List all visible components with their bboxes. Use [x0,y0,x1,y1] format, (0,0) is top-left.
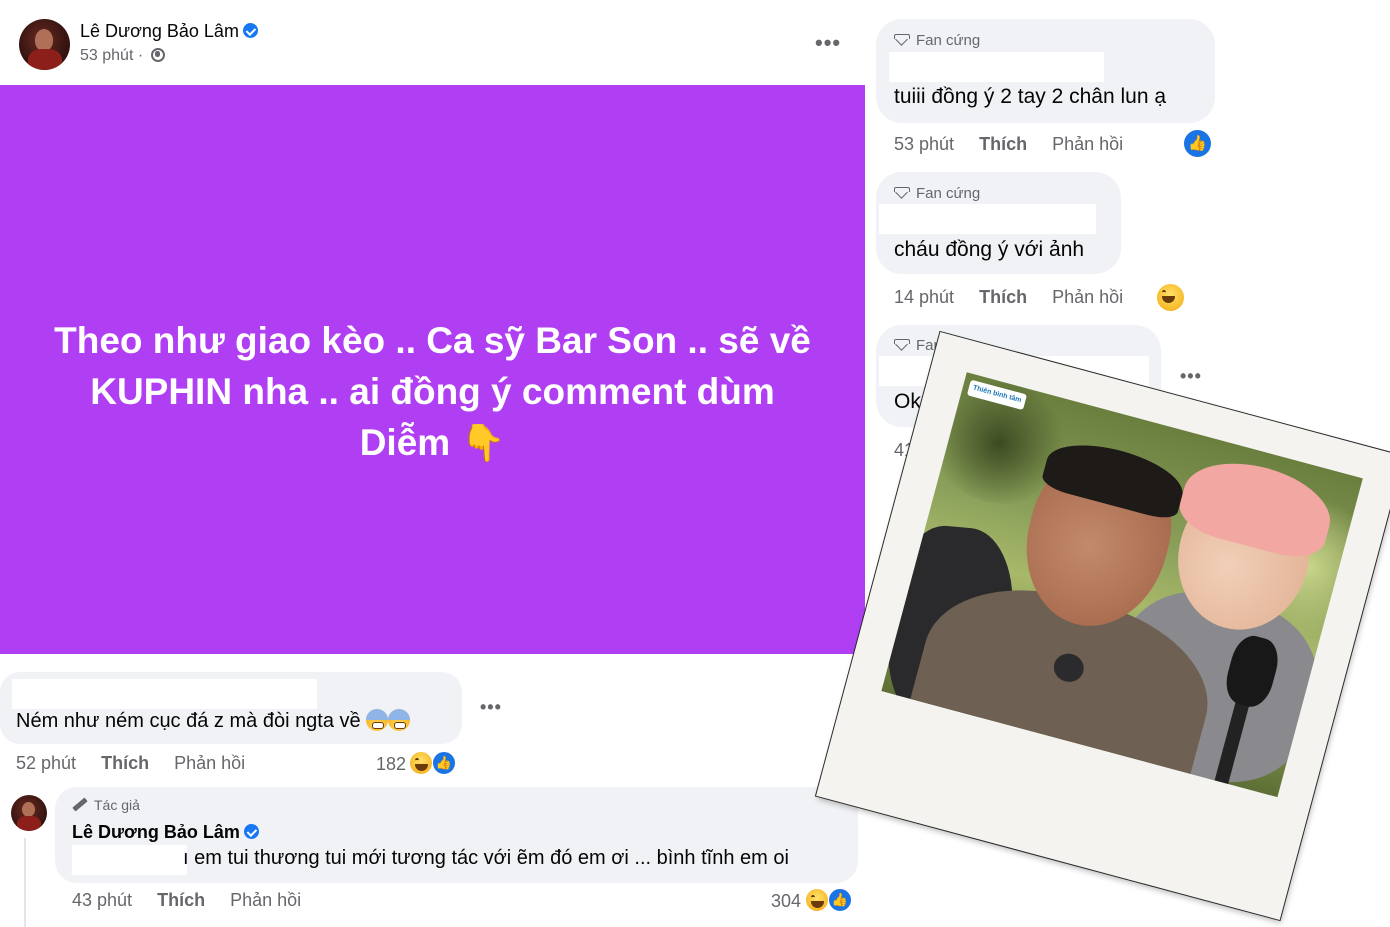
pencil-icon [72,797,88,812]
thread-line [24,838,26,927]
diamond-icon [894,187,910,199]
fearful-face-icon [388,709,411,731]
haha-reaction-icon [805,888,829,912]
haha-reaction-icon [409,751,433,775]
reply-time[interactable]: 43 phút [72,890,132,910]
comment-time[interactable]: 53 phút [894,134,954,154]
redacted-name [889,52,1104,82]
globe-icon [150,48,165,62]
post-text-line-1: Theo như giao kèo .. Ca sỹ Bar Son .. sẽ… [54,320,811,361]
reply-text: ı em tui thương tui mới tương tác với ẽm… [183,847,789,869]
like-button[interactable]: Thích [979,287,1027,307]
author-badge: Tác giả [72,797,140,813]
fan-badge: Fan cứng [894,185,980,202]
reply-button[interactable]: Phản hồi [230,890,301,910]
comment-more-icon[interactable]: ••• [480,698,502,716]
photo: Thiên bình tâm [881,372,1363,798]
comment-actions: 52 phút Thích Phản hồi [16,753,265,774]
fan-badge: Fan cứng [894,32,980,49]
post-header: Lê Dương Bảo Lâm 53 phút · ••• [0,0,865,85]
comment-time[interactable]: 52 phút [16,753,76,773]
verified-badge-icon [243,824,259,839]
redacted-name [72,845,187,875]
comment-text: Ném như ném cục đá z mà đòi ngta về [16,709,411,733]
fearful-face-icon [366,709,389,731]
haha-reaction-icon [1156,283,1185,312]
reply-button[interactable]: Phản hồi [1052,287,1123,307]
reply-button[interactable]: Phản hồi [1052,134,1123,154]
reply-author-avatar[interactable] [11,795,47,831]
reaction-count[interactable]: 182 [376,754,406,775]
like-reaction-icon: 👍 [1183,129,1212,158]
post-text: Theo như giao kèo .. Ca sỹ Bar Son .. sẽ… [30,315,835,468]
right-comment-text: cháu đồng ý với ảnh [894,238,1085,261]
like-button[interactable]: Thích [157,890,205,910]
like-reaction-icon: 👍 [432,751,456,775]
post-time[interactable]: 53 phút · [80,47,143,64]
post-text-line-3: Diễm [359,422,451,463]
comment-time[interactable]: 14 phút [894,287,954,307]
reply-button[interactable]: Phản hồi [174,753,245,773]
post-more-icon[interactable]: ••• [815,32,841,54]
comment-more-icon[interactable]: ••• [1180,367,1202,385]
like-button[interactable]: Thích [101,753,149,773]
redacted-name [879,204,1096,234]
right-comment-actions: 14 phút Thích Phản hồi [894,287,1143,308]
diamond-icon [894,34,910,46]
reply-author-name[interactable]: Lê Dương Bảo Lâm [72,822,259,843]
post-author-name[interactable]: Lê Dương Bảo Lâm [80,21,239,41]
right-comment-actions: 53 phút Thích Phản hồi [894,134,1143,155]
diamond-icon [894,339,910,351]
right-comment-text: tuiii đồng ý 2 tay 2 chân lun ạ [894,85,1167,108]
verified-badge-icon [242,23,258,38]
like-button[interactable]: Thích [979,134,1027,154]
post-author[interactable]: Lê Dương Bảo Lâm [80,21,258,42]
pointing-down-icon: 👇 [460,422,506,463]
reply-actions: 43 phút Thích Phản hồi [72,890,321,911]
post-text-line-2: KUPHIN nha .. ai đồng ý comment dùm [90,371,775,412]
author-avatar[interactable] [19,19,70,70]
like-reaction-icon: 👍 [828,888,852,912]
redacted-name [12,679,317,709]
reaction-count[interactable]: 304 [771,891,801,912]
post-meta: 53 phút · [80,47,165,65]
